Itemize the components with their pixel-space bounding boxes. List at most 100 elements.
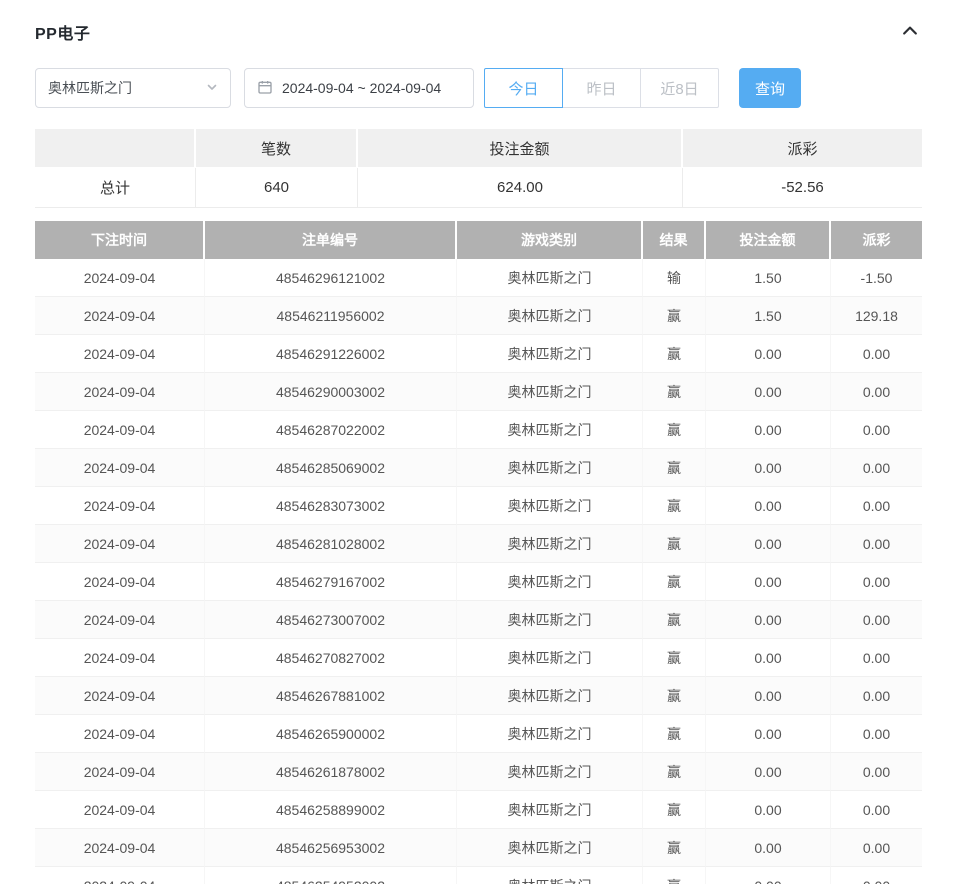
cell-payout: 0.00 <box>831 601 922 639</box>
cell-bet-amount: 1.50 <box>706 259 831 297</box>
cell-result: 赢 <box>643 411 706 449</box>
cell-order-id: 48546283073002 <box>205 487 457 525</box>
cell-payout: 0.00 <box>831 525 922 563</box>
cell-bet-amount: 0.00 <box>706 677 831 715</box>
cell-result: 赢 <box>643 829 706 867</box>
cell-result: 赢 <box>643 449 706 487</box>
cell-bet-time: 2024-09-04 <box>35 677 205 715</box>
cell-result: 输 <box>643 259 706 297</box>
cell-result: 赢 <box>643 677 706 715</box>
cell-payout: -1.50 <box>831 259 922 297</box>
cell-bet-amount: 0.00 <box>706 791 831 829</box>
table-row: 2024-09-04 48546258899002 奥林匹斯之门 赢 0.00 … <box>35 791 922 829</box>
table-row: 2024-09-04 48546279167002 奥林匹斯之门 赢 0.00 … <box>35 563 922 601</box>
cell-bet-amount: 0.00 <box>706 753 831 791</box>
cell-payout: 0.00 <box>831 563 922 601</box>
table-row: 2024-09-04 48546287022002 奥林匹斯之门 赢 0.00 … <box>35 411 922 449</box>
cell-bet-time: 2024-09-04 <box>35 791 205 829</box>
summary-table: 笔数 投注金额 派彩 总计 640 624.00 -52.56 <box>35 129 922 208</box>
records-header-payout: 派彩 <box>831 221 922 259</box>
cell-result: 赢 <box>643 487 706 525</box>
collapse-panel-button[interactable] <box>898 20 922 44</box>
cell-payout: 0.00 <box>831 677 922 715</box>
summary-header-bet: 投注金额 <box>358 129 683 168</box>
chevron-down-icon <box>206 80 218 96</box>
search-button[interactable]: 查询 <box>739 68 801 108</box>
quick-btn-last-8-days[interactable]: 近8日 <box>640 68 719 108</box>
table-row: 2024-09-04 48546290003002 奥林匹斯之门 赢 0.00 … <box>35 373 922 411</box>
cell-payout: 0.00 <box>831 715 922 753</box>
cell-payout: 0.00 <box>831 867 922 884</box>
cell-bet-time: 2024-09-04 <box>35 335 205 373</box>
cell-bet-amount: 0.00 <box>706 715 831 753</box>
cell-game-type: 奥林匹斯之门 <box>457 639 643 677</box>
cell-bet-amount: 0.00 <box>706 867 831 884</box>
summary-header-row: 笔数 投注金额 派彩 <box>35 129 922 168</box>
cell-game-type: 奥林匹斯之门 <box>457 715 643 753</box>
cell-payout: 0.00 <box>831 639 922 677</box>
cell-bet-time: 2024-09-04 <box>35 259 205 297</box>
table-row: 2024-09-04 48546281028002 奥林匹斯之门 赢 0.00 … <box>35 525 922 563</box>
cell-bet-amount: 0.00 <box>706 601 831 639</box>
records-header-result: 结果 <box>643 221 706 259</box>
cell-result: 赢 <box>643 601 706 639</box>
cell-game-type: 奥林匹斯之门 <box>457 601 643 639</box>
cell-payout: 129.18 <box>831 297 922 335</box>
cell-game-type: 奥林匹斯之门 <box>457 449 643 487</box>
cell-order-id: 48546291226002 <box>205 335 457 373</box>
cell-bet-time: 2024-09-04 <box>35 525 205 563</box>
records-table: 下注时间 注单编号 游戏类别 结果 投注金额 派彩 2024-09-04 485… <box>35 221 922 884</box>
cell-result: 赢 <box>643 791 706 829</box>
cell-bet-amount: 1.50 <box>706 297 831 335</box>
summary-total-bet: 624.00 <box>358 168 683 208</box>
cell-bet-amount: 0.00 <box>706 411 831 449</box>
cell-bet-time: 2024-09-04 <box>35 639 205 677</box>
cell-payout: 0.00 <box>831 829 922 867</box>
cell-result: 赢 <box>643 297 706 335</box>
cell-game-type: 奥林匹斯之门 <box>457 867 643 884</box>
cell-result: 赢 <box>643 753 706 791</box>
cell-bet-time: 2024-09-04 <box>35 449 205 487</box>
table-row: 2024-09-04 48546283073002 奥林匹斯之门 赢 0.00 … <box>35 487 922 525</box>
cell-bet-amount: 0.00 <box>706 563 831 601</box>
cell-result: 赢 <box>643 715 706 753</box>
cell-payout: 0.00 <box>831 335 922 373</box>
cell-payout: 0.00 <box>831 487 922 525</box>
cell-order-id: 48546281028002 <box>205 525 457 563</box>
cell-bet-time: 2024-09-04 <box>35 373 205 411</box>
cell-bet-time: 2024-09-04 <box>35 297 205 335</box>
summary-total-row: 总计 640 624.00 -52.56 <box>35 168 922 208</box>
table-row: 2024-09-04 48546261878002 奥林匹斯之门 赢 0.00 … <box>35 753 922 791</box>
records-header-bet-time: 下注时间 <box>35 221 205 259</box>
table-row: 2024-09-04 48546267881002 奥林匹斯之门 赢 0.00 … <box>35 677 922 715</box>
cell-bet-time: 2024-09-04 <box>35 715 205 753</box>
cell-bet-time: 2024-09-04 <box>35 411 205 449</box>
page-title: PP电子 <box>35 20 90 44</box>
cell-order-id: 48546296121002 <box>205 259 457 297</box>
summary-header-blank <box>35 129 196 168</box>
table-row: 2024-09-04 48546285069002 奥林匹斯之门 赢 0.00 … <box>35 449 922 487</box>
table-row: 2024-09-04 48546291226002 奥林匹斯之门 赢 0.00 … <box>35 335 922 373</box>
cell-game-type: 奥林匹斯之门 <box>457 297 643 335</box>
cell-bet-amount: 0.00 <box>706 373 831 411</box>
cell-bet-amount: 0.00 <box>706 335 831 373</box>
filter-bar: 奥林匹斯之门 2024-09-04 ~ 2024-09-04 今日 昨日 近8日… <box>35 68 922 108</box>
table-row: 2024-09-04 48546256953002 奥林匹斯之门 赢 0.00 … <box>35 829 922 867</box>
cell-bet-time: 2024-09-04 <box>35 563 205 601</box>
game-select[interactable]: 奥林匹斯之门 <box>35 68 231 108</box>
cell-game-type: 奥林匹斯之门 <box>457 487 643 525</box>
cell-bet-time: 2024-09-04 <box>35 753 205 791</box>
cell-order-id: 48546265900002 <box>205 715 457 753</box>
summary-header-count: 笔数 <box>196 129 358 168</box>
chevron-up-icon <box>900 21 920 44</box>
date-range-input[interactable]: 2024-09-04 ~ 2024-09-04 <box>244 68 474 108</box>
cell-game-type: 奥林匹斯之门 <box>457 525 643 563</box>
calendar-icon <box>257 79 273 98</box>
table-row: 2024-09-04 48546254952002 奥林匹斯之门 赢 0.00 … <box>35 867 922 884</box>
table-row: 2024-09-04 48546296121002 奥林匹斯之门 输 1.50 … <box>35 259 922 297</box>
quick-btn-yesterday[interactable]: 昨日 <box>562 68 641 108</box>
quick-btn-today[interactable]: 今日 <box>484 68 563 108</box>
cell-bet-amount: 0.00 <box>706 829 831 867</box>
cell-result: 赢 <box>643 639 706 677</box>
records-body: 2024-09-04 48546296121002 奥林匹斯之门 输 1.50 … <box>35 259 922 884</box>
